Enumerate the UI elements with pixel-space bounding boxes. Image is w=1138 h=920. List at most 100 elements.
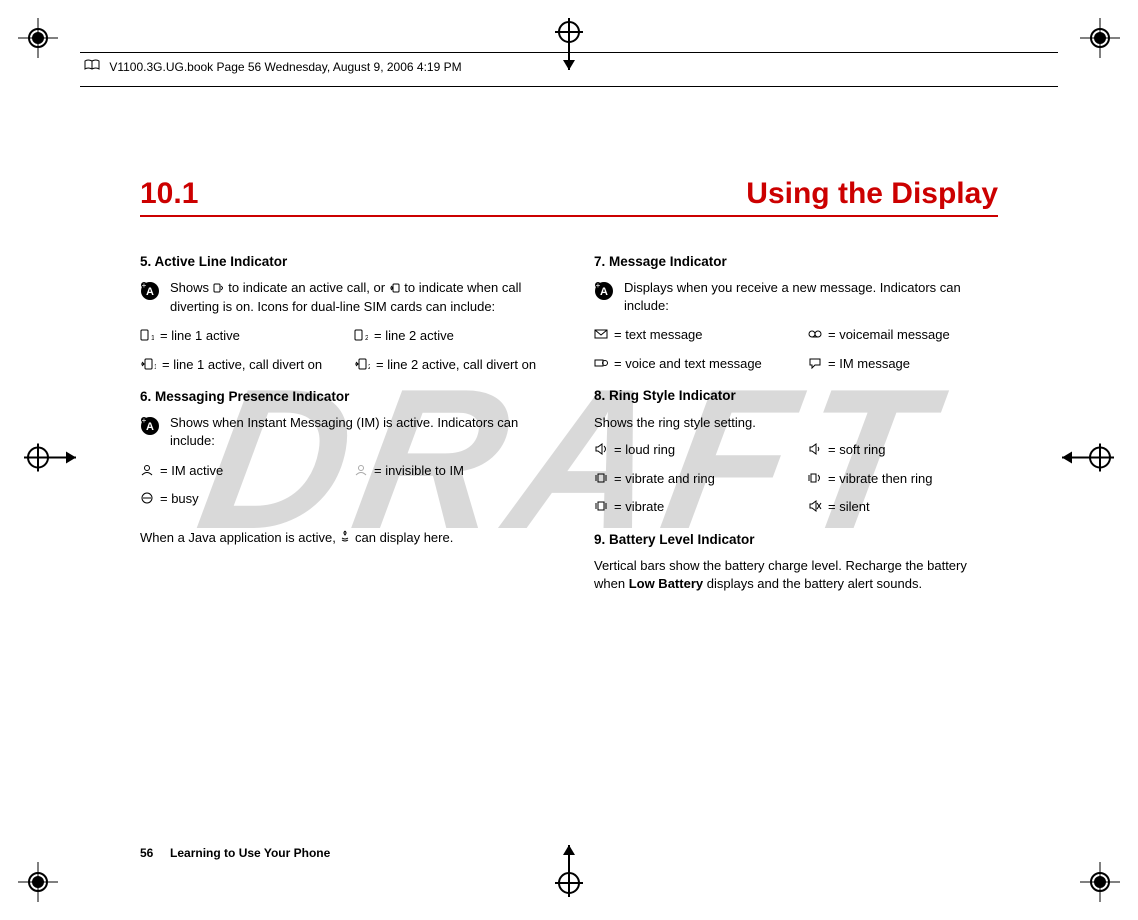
- item-text: = line 1 active: [160, 327, 330, 345]
- voicemail-icon: [808, 327, 822, 345]
- list-item: = busy: [140, 490, 330, 509]
- item-text: = line 2 active: [374, 327, 544, 345]
- message-grid: = text message = voicemail message = voi…: [594, 326, 998, 373]
- list-item: = vibrate then ring: [808, 470, 998, 489]
- tip-icon: A+: [140, 414, 160, 449]
- vibrate-icon: [594, 499, 608, 517]
- list-item: = silent: [808, 498, 998, 517]
- crop-mark-top-left: [18, 18, 58, 58]
- soft-ring-icon: [808, 442, 822, 460]
- intro-active-line-text: Shows to indicate an active call, or to …: [170, 279, 544, 315]
- svg-text:2: 2: [365, 335, 368, 341]
- text-fragment: to indicate an active call, or: [225, 280, 389, 295]
- java-icon: [339, 529, 351, 547]
- crop-mark-bottom-left: [18, 862, 58, 902]
- list-item: = voice and text message: [594, 355, 784, 374]
- page-header: V1100.3G.UG.book Page 56 Wednesday, Augu…: [80, 53, 1058, 80]
- item-text: = vibrate then ring: [828, 470, 998, 488]
- right-column: 7. Message Indicator A+ Displays when yo…: [594, 253, 998, 592]
- im-active-icon: [140, 463, 154, 481]
- intro-presence: A+ Shows when Instant Messaging (IM) is …: [140, 414, 544, 449]
- item-text: = vibrate: [614, 498, 784, 516]
- list-item: 2 = line 2 active: [354, 327, 544, 346]
- crop-mark-mid-right: [1062, 438, 1122, 483]
- item-text: = IM message: [828, 355, 998, 373]
- footer-label: Learning to Use Your Phone: [170, 846, 330, 860]
- presence-grid: = IM active = invisible to IM = busy: [140, 462, 544, 509]
- item-text: = invisible to IM: [374, 462, 544, 480]
- list-item: [354, 490, 544, 509]
- list-item: = IM active: [140, 462, 330, 481]
- list-item: 2 = line 2 active, call divert on: [354, 356, 544, 375]
- voice-text-icon: [594, 356, 608, 374]
- list-item: = vibrate: [594, 498, 784, 517]
- svg-text:1: 1: [154, 364, 156, 370]
- book-icon: [84, 60, 103, 74]
- item-text: = text message: [614, 326, 784, 344]
- line1-divert-icon: 1: [140, 357, 156, 375]
- page-footer: 56 Learning to Use Your Phone: [140, 846, 330, 860]
- section-rule: [140, 215, 998, 217]
- im-msg-icon: [808, 356, 822, 374]
- battery-text: Vertical bars show the battery charge le…: [594, 557, 998, 592]
- heading-active-line: 5. Active Line Indicator: [140, 253, 544, 271]
- list-item: = loud ring: [594, 441, 784, 460]
- text-fragment: displays and the battery alert sounds.: [703, 576, 922, 591]
- active-line-grid: 1 = line 1 active 2 = line 2 active 1 = …: [140, 327, 544, 374]
- list-item: = invisible to IM: [354, 462, 544, 481]
- svg-text:+: +: [596, 281, 601, 290]
- list-item: = voicemail message: [808, 326, 998, 345]
- crop-mark-mid-left: [16, 438, 76, 483]
- tip-icon: A+: [594, 279, 614, 314]
- item-text: = busy: [160, 490, 330, 508]
- text-fragment: When a Java application is active,: [140, 530, 339, 545]
- section-number: 10.1: [140, 177, 198, 211]
- heading-message: 7. Message Indicator: [594, 253, 998, 271]
- line1-icon: 1: [140, 328, 154, 346]
- left-column: 5. Active Line Indicator A+ Shows to ind…: [140, 253, 544, 592]
- vibrate-then-ring-icon: [808, 471, 822, 489]
- svg-text:2: 2: [368, 364, 370, 370]
- crop-mark-top-right: [1080, 18, 1120, 58]
- phone-active-icon: [213, 280, 225, 298]
- header-rule-inner: [80, 86, 1058, 87]
- text-fragment: can display here.: [351, 530, 453, 545]
- list-item: 1 = line 1 active: [140, 327, 330, 346]
- svg-text:A: A: [146, 421, 154, 433]
- crop-mark-bottom-right: [1080, 862, 1120, 902]
- item-text: = IM active: [160, 462, 330, 480]
- list-item: = text message: [594, 326, 784, 345]
- list-item: 1 = line 1 active, call divert on: [140, 356, 330, 375]
- item-text: = soft ring: [828, 441, 998, 459]
- intro-ring: Shows the ring style setting.: [594, 414, 998, 432]
- silent-icon: [808, 499, 822, 517]
- svg-text:+: +: [142, 416, 147, 425]
- svg-text:1: 1: [151, 335, 154, 341]
- list-item: = IM message: [808, 355, 998, 374]
- intro-active-line: A+ Shows to indicate an active call, or …: [140, 279, 544, 315]
- vibrate-ring-icon: [594, 471, 608, 489]
- phone-divert-icon: [389, 280, 401, 298]
- im-busy-icon: [140, 491, 154, 509]
- low-battery-label: Low Battery: [629, 576, 703, 591]
- item-text: = line 2 active, call divert on: [376, 356, 544, 374]
- tip-icon: A+: [140, 279, 160, 315]
- page-number: 56: [140, 846, 153, 860]
- header-left: V1100.3G.UG.book Page 56 Wednesday, Augu…: [84, 59, 462, 74]
- heading-battery: 9. Battery Level Indicator: [594, 531, 998, 549]
- item-text: = line 1 active, call divert on: [162, 356, 330, 374]
- item-text: = voicemail message: [828, 326, 998, 344]
- intro-message: A+ Displays when you receive a new messa…: [594, 279, 998, 314]
- page-frame: V1100.3G.UG.book Page 56 Wednesday, Augu…: [80, 52, 1058, 868]
- im-invisible-icon: [354, 463, 368, 481]
- svg-text:A: A: [146, 286, 154, 298]
- heading-ring: 8. Ring Style Indicator: [594, 387, 998, 405]
- header-text: V1100.3G.UG.book Page 56 Wednesday, Augu…: [109, 60, 461, 74]
- text-fragment: Shows: [170, 280, 213, 295]
- svg-text:+: +: [142, 281, 147, 290]
- text-msg-icon: [594, 327, 608, 345]
- item-text: = silent: [828, 498, 998, 516]
- section-title: Using the Display: [746, 177, 998, 211]
- line2-icon: 2: [354, 328, 368, 346]
- section-header: 10.1 Using the Display: [80, 177, 1058, 211]
